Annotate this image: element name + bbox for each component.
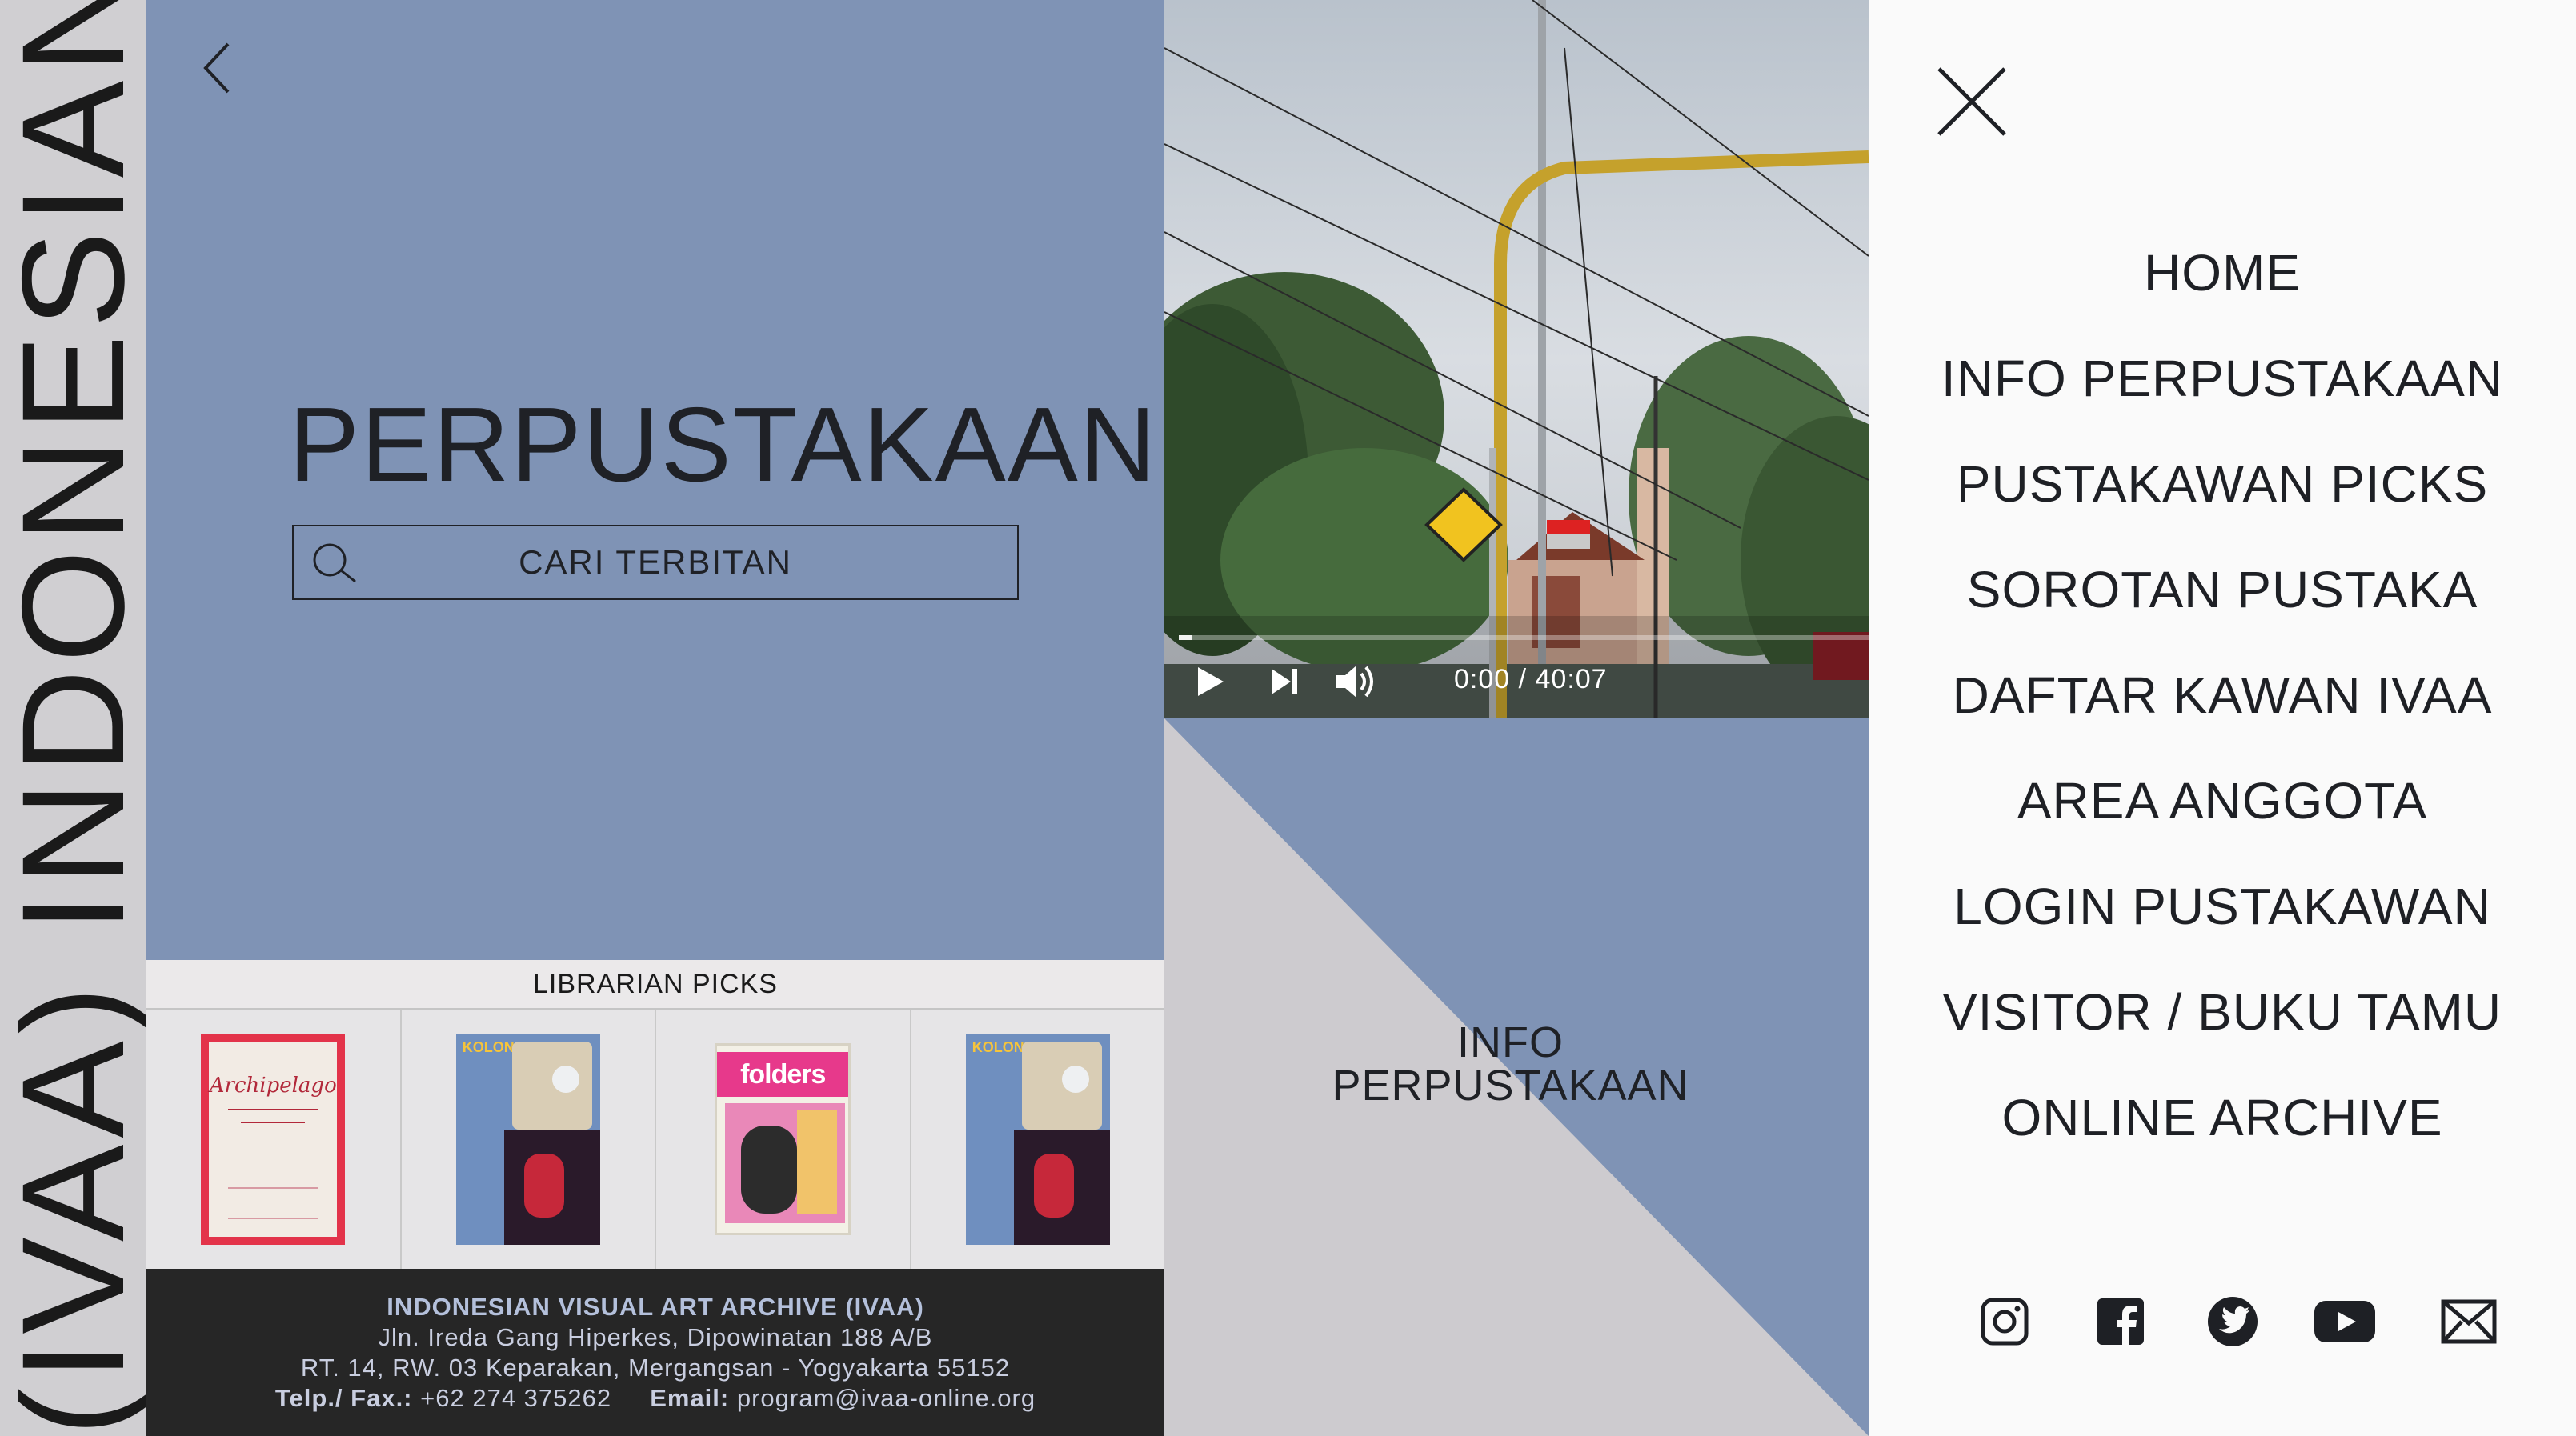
volume-button[interactable]	[1331, 658, 1379, 706]
menu-list: HOME INFO PERPUSTAKAAN PUSTAKAWAN PICKS …	[1869, 240, 2576, 1190]
email-link[interactable]: program@ivaa-online.org	[737, 1384, 1036, 1412]
hero-section: PERPUSTAKAAN CARI TERBITAN	[146, 0, 1164, 960]
menu-item-area-anggota[interactable]: AREA ANGGOTA	[1869, 768, 2576, 874]
email-label: Email:	[650, 1383, 730, 1412]
facebook-icon	[2097, 1298, 2144, 1345]
phone-label: Telp./ Fax.:	[274, 1383, 413, 1412]
footer-address-line2: RT. 14, RW. 03 Keparakan, Mergangsan - Y…	[300, 1353, 1011, 1382]
vertical-brand-text: (IVAA) INDONESIAN VISU	[0, 0, 146, 1436]
info-perpustakaan-tile[interactable]: INFO PERPUSTAKAAN	[1164, 718, 1869, 1436]
pick-item[interactable]: folders	[656, 1010, 911, 1269]
video-controls: 0:00 / 40:07	[1164, 616, 1869, 718]
twitter-link[interactable]	[2201, 1290, 2265, 1354]
navigation-menu: HOME INFO PERPUSTAKAAN PUSTAKAWAN PICKS …	[1869, 0, 2576, 1436]
search-placeholder: CARI TERBITAN	[519, 543, 792, 581]
menu-item-info-perpustakaan[interactable]: INFO PERPUSTAKAAN	[1869, 346, 2576, 451]
instagram-icon	[1981, 1298, 2029, 1346]
info-label: INFO PERPUSTAKAAN	[1164, 1021, 1857, 1107]
search-icon	[294, 525, 374, 600]
book-cover-kolong-sinema: KOLONG SINEMA	[965, 1034, 1110, 1245]
library-panel: PERPUSTAKAAN CARI TERBITAN LIBRARIAN PIC…	[146, 0, 1164, 1436]
book-cover-kolong-sinema: KOLONG SINEMA	[455, 1034, 600, 1245]
video-progress-fill	[1179, 635, 1193, 640]
youtube-link[interactable]	[2313, 1290, 2377, 1354]
pick-item[interactable]: KOLONG SINEMA	[402, 1010, 656, 1269]
back-button[interactable]	[194, 36, 242, 100]
librarian-picks-header: LIBRARIAN PICKS	[146, 960, 1164, 1010]
menu-item-visitor-buku-tamu[interactable]: VISITOR / BUKU TAMU	[1869, 979, 2576, 1085]
menu-item-sorotan-pustaka[interactable]: SOROTAN PUSTAKA	[1869, 557, 2576, 662]
pick-item[interactable]: KOLONG SINEMA	[911, 1010, 1165, 1269]
page-title: PERPUSTAKAAN	[289, 386, 1158, 503]
menu-item-online-archive[interactable]: ONLINE ARCHIVE	[1869, 1085, 2576, 1190]
mail-icon	[2441, 1299, 2497, 1344]
book-cover-archipelago: Archipelago	[201, 1034, 346, 1245]
chevron-left-icon	[203, 42, 230, 94]
footer-address-line1: Jln. Ireda Gang Hiperkes, Dipowinatan 18…	[378, 1322, 933, 1351]
info-label-line2: PERPUSTAKAAN	[1332, 1062, 1689, 1110]
menu-item-daftar-kawan-ivaa[interactable]: DAFTAR KAWAN IVAA	[1869, 662, 2576, 768]
close-icon	[1937, 67, 2006, 136]
librarian-picks-list: Archipelago KOLONG SINEMA folders	[146, 1010, 1164, 1269]
media-column: 0:00 / 40:07 INFO PERPUSTAKAAN	[1164, 0, 1869, 1436]
video-player[interactable]: 0:00 / 40:07	[1164, 0, 1869, 718]
social-links	[1869, 1290, 2576, 1354]
menu-item-login-pustakawan[interactable]: LOGIN PUSTAKAWAN	[1869, 874, 2576, 979]
twitter-icon	[2208, 1297, 2258, 1346]
instagram-link[interactable]	[1973, 1290, 2037, 1354]
play-icon	[1198, 667, 1224, 696]
youtube-icon	[2314, 1301, 2375, 1342]
menu-item-home[interactable]: HOME	[1869, 240, 2576, 346]
search-input[interactable]: CARI TERBITAN	[292, 525, 1019, 600]
volume-icon	[1336, 666, 1373, 698]
play-button[interactable]	[1185, 658, 1233, 706]
next-button[interactable]	[1260, 658, 1308, 706]
video-frame-image	[1164, 0, 1869, 718]
menu-item-pustakawan-picks[interactable]: PUSTAKAWAN PICKS	[1869, 451, 2576, 557]
facebook-link[interactable]	[2089, 1290, 2153, 1354]
book-cover-folders: folders	[715, 1043, 851, 1235]
video-time: 0:00 / 40:07	[1454, 664, 1608, 694]
phone-number: +62 274 375262	[420, 1383, 612, 1412]
next-icon	[1272, 669, 1297, 694]
mail-link[interactable]	[2437, 1290, 2501, 1354]
cover-title: Archipelago	[209, 1074, 337, 1098]
footer-contact: Telp./ Fax.: +62 274 375262 Email: progr…	[275, 1383, 1036, 1414]
pick-item[interactable]: Archipelago	[146, 1010, 402, 1269]
info-label-line1: INFO	[1457, 1018, 1564, 1066]
video-progress-bar[interactable]	[1179, 635, 1869, 640]
footer-org-name: INDONESIAN VISUAL ART ARCHIVE (IVAA)	[387, 1292, 924, 1321]
close-menu-button[interactable]	[1934, 64, 2009, 139]
cover-title: folders	[740, 1058, 826, 1090]
footer: INDONESIAN VISUAL ART ARCHIVE (IVAA) Jln…	[146, 1269, 1164, 1436]
vertical-brand-strip: (IVAA) INDONESIAN VISU	[0, 0, 146, 1436]
